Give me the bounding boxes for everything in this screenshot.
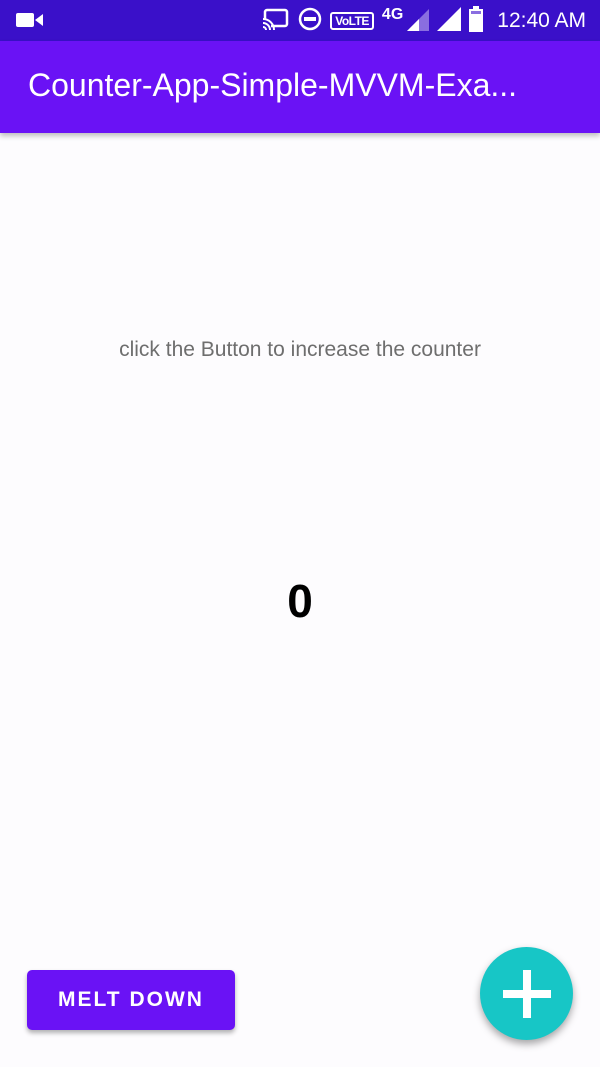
network-type: 4G xyxy=(381,6,404,23)
status-bar: VoLTE 4G 12:40 AM xyxy=(0,0,600,41)
app-bar: Counter-App-Simple-MVVM-Exa... xyxy=(0,41,600,133)
cast-icon xyxy=(262,8,290,35)
battery-icon xyxy=(469,5,484,37)
increment-fab[interactable] xyxy=(480,947,573,1040)
status-clock: 12:40 AM xyxy=(497,9,586,32)
signal-icon-2 xyxy=(437,6,462,36)
add-icon xyxy=(480,968,573,1020)
instruction-text: click the Button to increase the counter xyxy=(119,338,481,361)
status-icons: VoLTE 4G 12:40 AM xyxy=(262,5,586,37)
volte-badge: VoLTE xyxy=(330,12,374,30)
signal-icon xyxy=(405,7,430,36)
counter-value: 0 xyxy=(287,575,313,627)
app-screen: VoLTE 4G 12:40 AM Counter-App-Simple-MVV… xyxy=(0,0,600,1067)
video-camera-icon xyxy=(16,11,44,31)
do-not-disturb-icon xyxy=(298,7,322,36)
app-title: Counter-App-Simple-MVVM-Exa... xyxy=(28,67,518,103)
melt-down-button[interactable]: MELT DOWN xyxy=(27,970,235,1030)
